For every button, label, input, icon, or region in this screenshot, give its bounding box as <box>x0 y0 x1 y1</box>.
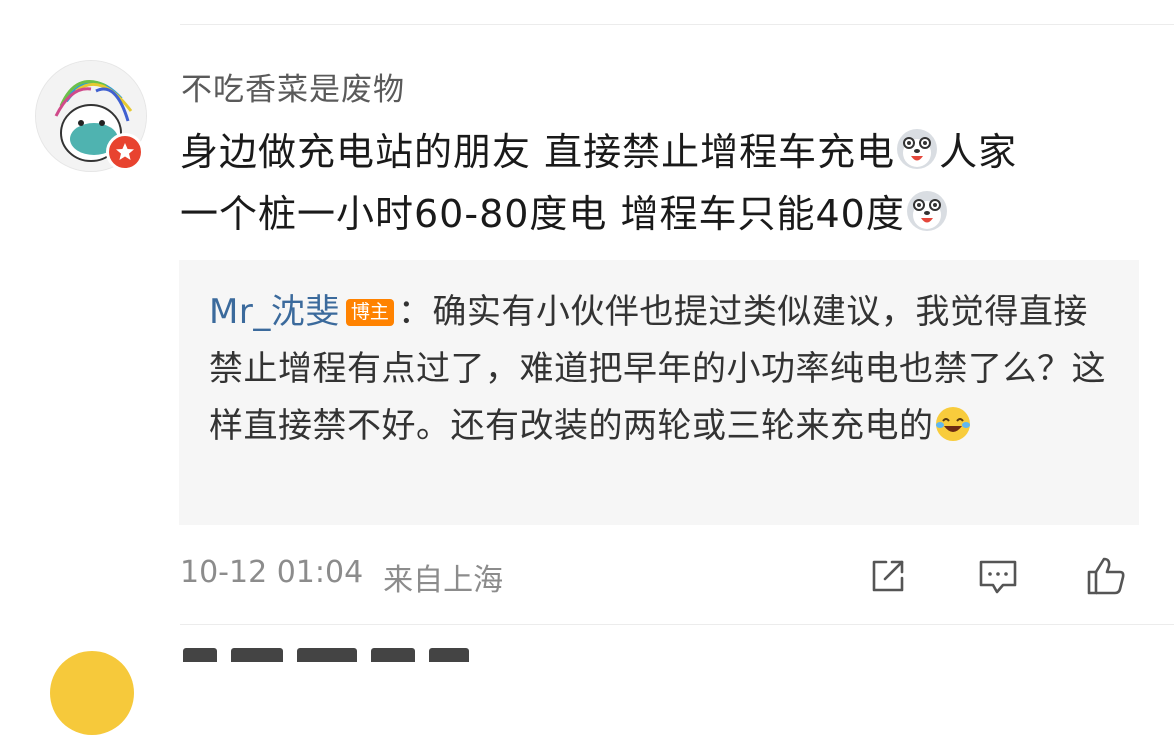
grinning-husky-emoji-icon <box>895 127 939 186</box>
verified-badge-icon <box>106 133 144 171</box>
like-button[interactable] <box>1084 554 1128 598</box>
bottom-divider <box>180 624 1174 625</box>
comment-line-1-tail: 人家 <box>939 130 1018 174</box>
blogger-badge: 博主 <box>345 299 394 326</box>
grinning-husky-emoji-icon <box>905 189 949 248</box>
comment-username[interactable]: 不吃香菜是废物 <box>181 64 405 109</box>
comment-text: 身边做充电站的朋友 直接禁止增程车充电 人家 一个桩一小时60-80度电 增程车只… <box>180 124 1160 248</box>
comment-button[interactable] <box>976 554 1020 598</box>
share-button[interactable] <box>866 554 910 598</box>
reply-box[interactable]: Mr_沈斐 博主 ：确实有小伙伴也提过类似建议，我觉得直接禁止增程有点过了，难道把早… <box>179 260 1139 525</box>
comment-location: 来自上海 <box>383 563 504 598</box>
comment-line-2: 一个桩一小时60-80度电 增程车只能40度 <box>180 192 905 236</box>
reply-author[interactable]: Mr_沈斐 <box>209 292 340 332</box>
reply-text: Mr_沈斐 博主 ：确实有小伙伴也提过类似建议，我觉得直接禁止增程有点过了，难道把早… <box>209 284 1109 461</box>
comment-icon <box>979 560 1017 594</box>
comment-timestamp: 10-12 01:04 <box>180 555 364 590</box>
thumbs-up-icon <box>1087 557 1125 595</box>
laughing-tears-emoji-icon <box>934 404 972 461</box>
comment-line-1: 身边做充电站的朋友 直接禁止增程车充电 <box>180 130 896 174</box>
comment-meta: 10-12 01:04 来自上海 <box>180 555 503 599</box>
top-divider <box>180 24 1174 25</box>
reply-separator: ： <box>397 292 433 332</box>
share-icon <box>872 560 904 592</box>
next-comment-avatar[interactable] <box>50 651 134 735</box>
